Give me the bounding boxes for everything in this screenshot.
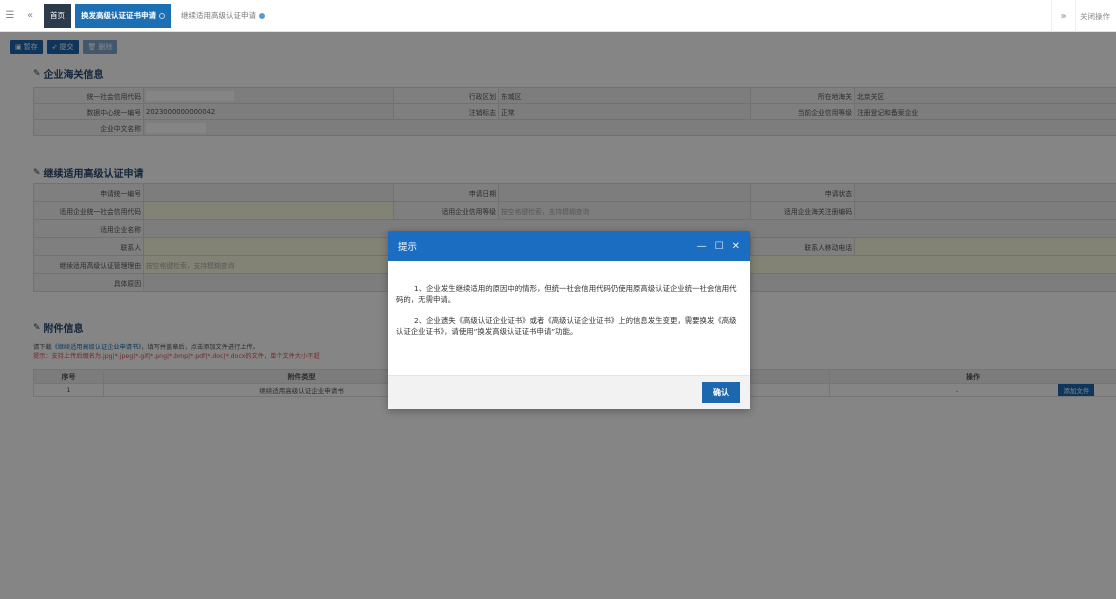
tab-reissue-certificate[interactable]: 换发高级认证证书申请 [75, 3, 171, 28]
dialog-paragraph-2: 2、企业遗失《高级认证企业证书》或者《高级认证企业证书》上的信息发生变更，需要换… [396, 316, 737, 336]
dialog-footer: 确认 [388, 375, 750, 409]
confirm-button[interactable]: 确认 [702, 382, 740, 403]
menu-toggle-icon[interactable]: ☰ [0, 0, 20, 32]
close-icon[interactable]: ✕ [732, 241, 740, 252]
tab-close-icon[interactable] [259, 12, 265, 19]
dialog-title: 提示 [398, 242, 418, 253]
tab-home[interactable]: 首页 [44, 3, 71, 28]
tab-bar: ☰ « 首页 换发高级认证证书申请 继续适用高级认证申请 » 关闭操作 [0, 0, 1116, 32]
tab-scroll-left-icon[interactable]: « [20, 0, 40, 32]
maximize-icon[interactable]: ☐ [715, 241, 724, 252]
close-operations-menu[interactable]: 关闭操作 [1075, 0, 1116, 32]
tab-close-icon[interactable] [159, 12, 165, 19]
tab-scroll-right-icon[interactable]: » [1051, 0, 1075, 32]
tab-continue-advanced-cert[interactable]: 继续适用高级认证申请 [175, 4, 271, 28]
dialog-paragraph-1: 1、企业发生继续适用的原因中的情形，但统一社会信用代码仍使用原高级认证企业统一社… [396, 284, 737, 304]
tip-dialog: 提示 — ☐ ✕ 1、企业发生继续适用的原因中的情形，但统一社会信用代码仍使用原… [388, 231, 750, 409]
minimize-icon[interactable]: — [697, 241, 707, 252]
dialog-body: 1、企业发生继续适用的原因中的情形，但统一社会信用代码仍使用原高级认证企业统一社… [388, 261, 750, 375]
dialog-header: 提示 — ☐ ✕ [388, 231, 750, 261]
